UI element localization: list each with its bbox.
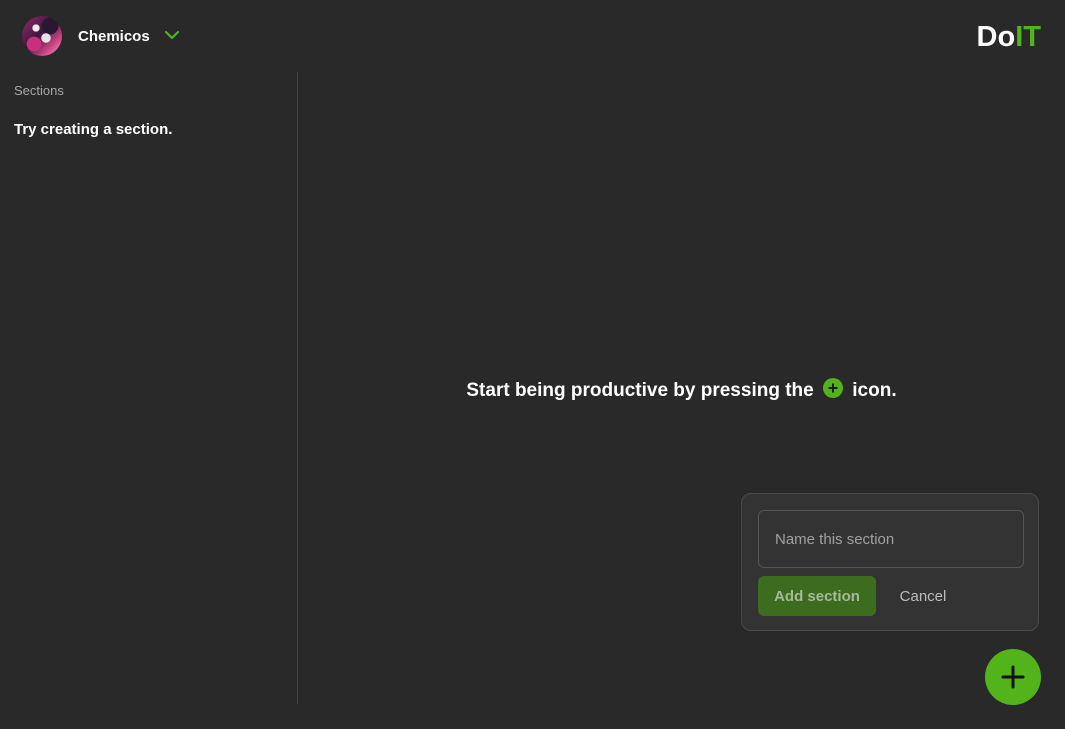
plus-circle-icon	[823, 378, 843, 398]
logo-part-do: Do	[976, 21, 1016, 53]
add-section-popup: Add section Cancel	[741, 493, 1039, 631]
sidebar-empty-message: Try creating a section.	[14, 121, 173, 138]
app-logo: DoIT	[977, 20, 1041, 54]
plus-icon	[1001, 665, 1025, 689]
sidebar: Sections Try creating a section.	[0, 72, 298, 704]
add-section-button[interactable]: Add section	[758, 576, 876, 616]
empty-state-message: Start being productive by pressing the i…	[298, 378, 1065, 403]
add-fab-button[interactable]	[985, 649, 1041, 705]
empty-message-text-before: Start being productive by pressing the	[466, 380, 819, 401]
empty-message-text-after: icon.	[847, 380, 897, 401]
chevron-down-icon[interactable]	[163, 29, 181, 43]
cancel-button[interactable]: Cancel	[890, 576, 956, 616]
logo-part-it: IT	[1015, 21, 1041, 53]
sidebar-title: Sections	[14, 83, 64, 98]
app: Chemicos DoIT Sections Try creating a se…	[0, 0, 1065, 729]
avatar[interactable]	[22, 16, 62, 56]
section-name-input[interactable]	[758, 510, 1024, 568]
header: Chemicos DoIT	[0, 0, 1065, 72]
user-name[interactable]: Chemicos	[78, 28, 150, 46]
